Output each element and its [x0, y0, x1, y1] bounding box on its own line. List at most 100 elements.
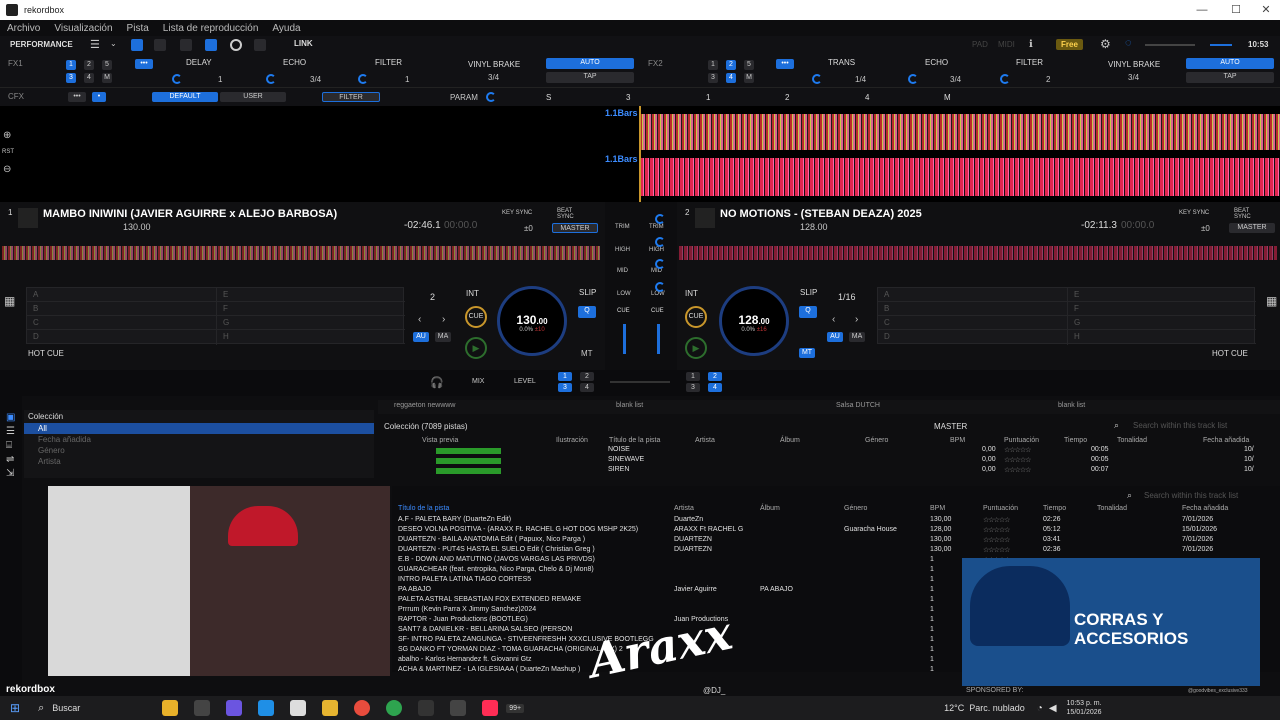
cfx-default-tab[interactable]: DEFAULT [152, 92, 218, 102]
hotcue-a[interactable]: A [878, 288, 1067, 302]
table-row[interactable]: DUARTEZN - PUT4S HASTA EL SUELO Edit ( C… [392, 546, 1280, 556]
fx1-slot-3[interactable]: 3 [66, 73, 76, 83]
rating-stars[interactable]: ☆☆☆☆☆ [983, 536, 1010, 544]
tab-salsa-dutch[interactable]: Salsa DUTCH [836, 402, 880, 409]
rating-stars[interactable]: ☆☆☆☆☆ [983, 546, 1010, 554]
col-album[interactable]: Álbum [760, 505, 780, 512]
chevron-down-icon[interactable]: ⌄ [110, 39, 117, 48]
rating-stars[interactable]: ☆☆☆☆☆ [1004, 446, 1031, 454]
hotcue-d[interactable]: D [878, 330, 1067, 344]
zoom-in-icon[interactable]: ⊕ [3, 130, 11, 141]
col-date[interactable]: Fecha añadida [1203, 437, 1249, 444]
folder-icon[interactable] [322, 700, 339, 716]
deck1-loop-prev-icon[interactable]: ‹ [418, 314, 421, 325]
table-row[interactable]: DUARTEZN - BAILA ANATOMIA Edit ( Papuxx,… [392, 536, 1280, 546]
hotcue-e[interactable]: E [217, 288, 405, 302]
taskbar-date[interactable]: 15/01/2026 [1067, 708, 1102, 717]
fx1-knob-3[interactable] [358, 74, 368, 84]
deck2-quantize-button[interactable]: Q [799, 306, 817, 318]
export-icon[interactable]: ⇲ [6, 468, 14, 479]
taskbar-time[interactable]: 10:53 p. m. [1067, 699, 1102, 708]
col-date[interactable]: Fecha añadida [1182, 505, 1228, 512]
hotcue-h[interactable]: H [217, 330, 405, 344]
deck1-waveform[interactable] [2, 246, 600, 260]
fx1-slot-1[interactable]: 1 [66, 60, 76, 70]
edge-icon[interactable] [258, 700, 275, 716]
hotcue-c[interactable]: C [878, 316, 1067, 330]
notification-badge[interactable]: 99+ [506, 703, 525, 713]
search-icon[interactable]: ⌕ [38, 702, 44, 715]
fx2-knob-3[interactable] [1000, 74, 1010, 84]
hotcue-f[interactable]: F [1068, 302, 1256, 316]
reset-zoom-button[interactable]: RST [2, 149, 14, 155]
fx1-knob-1[interactable] [172, 74, 182, 84]
tree-collection[interactable]: Colección [24, 410, 374, 423]
menu-icon[interactable]: ☰ [90, 38, 100, 51]
deck1-loop-length[interactable]: 2 [430, 292, 435, 302]
deck2-slip-button[interactable]: SLIP [800, 288, 817, 297]
deck2-au-button[interactable]: AU [827, 332, 843, 342]
ch1-cue-button[interactable]: CUE [617, 308, 630, 314]
deck1-mt-button[interactable]: MT [581, 349, 593, 358]
collection-search-input[interactable]: Search within this track list [1133, 421, 1227, 430]
fx1-effect-1[interactable]: DELAY [186, 58, 212, 67]
deck2-play-button[interactable]: ▶ [685, 337, 707, 359]
hotcue-h[interactable]: H [1068, 330, 1256, 344]
deck1-quantize-button[interactable]: Q [578, 306, 596, 318]
fx1-slot-5[interactable]: 5 [102, 60, 112, 70]
deck2-ma-button[interactable]: MA [849, 332, 865, 342]
deck-select-4-right[interactable]: 4 [708, 383, 722, 392]
deck1-ma-button[interactable]: MA [435, 332, 451, 342]
ch2-mid-knob[interactable] [655, 259, 665, 269]
tab-blank-list-2[interactable]: blank list [1058, 402, 1085, 409]
ch1-fader[interactable] [623, 324, 626, 354]
rating-stars[interactable]: ☆☆☆☆☆ [1004, 456, 1031, 464]
ch2-trim-knob[interactable] [655, 214, 665, 224]
table-row[interactable]: NOISE 0,00 ☆☆☆☆☆ 00:05 10/ [384, 446, 1264, 456]
fx2-slot-5[interactable]: 5 [744, 60, 754, 70]
table-row[interactable]: A.F - PALETA BARY (DuarteZn Edit) DuarteZ… [392, 516, 1280, 526]
explorer-icon[interactable]: ⌸ [6, 440, 12, 451]
table-row[interactable]: SINEWAVE 0,00 ☆☆☆☆☆ 00:05 10/ [384, 456, 1264, 466]
deck2-hotcue-mode[interactable]: HOT CUE [1212, 349, 1248, 358]
ch2-high-knob[interactable] [655, 237, 665, 247]
deck1-keysync-button[interactable]: KEY SYNC [502, 210, 532, 216]
ch2-fader[interactable] [657, 324, 660, 354]
hotcue-d[interactable]: D [27, 330, 216, 344]
deck2-int-button[interactable]: INT [685, 289, 698, 298]
col-artwork[interactable]: Ilustración [556, 437, 588, 444]
deck1-zoom-waveform[interactable] [640, 114, 1280, 150]
crossfader[interactable] [610, 381, 670, 383]
hotcue-f[interactable]: F [217, 302, 405, 316]
deck2-cue-button[interactable]: CUE [685, 306, 707, 328]
playlist-search-input[interactable]: Search within this track list [1144, 491, 1238, 500]
hotcue-c[interactable]: C [27, 316, 216, 330]
task-view-icon[interactable] [194, 700, 211, 716]
col-time[interactable]: Tiempo [1043, 505, 1066, 512]
weather-temp[interactable]: 12°C [944, 703, 964, 713]
deck2-keysync-button[interactable]: KEY SYNC [1179, 210, 1209, 216]
fx2-slot-2[interactable]: 2 [726, 60, 736, 70]
deck1-cue-button[interactable]: CUE [465, 306, 487, 328]
hotcue-b[interactable]: B [27, 302, 216, 316]
menu-ayuda[interactable]: Ayuda [272, 23, 300, 34]
record-icon[interactable] [230, 39, 242, 51]
deck-select-2-left[interactable]: 2 [580, 372, 594, 381]
deck-select-1-right[interactable]: 1 [686, 372, 700, 381]
menu-visualizacion[interactable]: Visualización [54, 23, 112, 34]
close-button[interactable]: ✕ [1248, 0, 1280, 20]
col-genre[interactable]: Género [865, 437, 888, 444]
master-volume-slider[interactable] [1145, 44, 1195, 46]
rating-stars[interactable]: ☆☆☆☆☆ [983, 516, 1010, 524]
cfx-user-tab[interactable]: USER [220, 92, 286, 102]
volume-icon[interactable]: ◀ [1049, 703, 1057, 714]
deck2-master-button[interactable]: MASTER [1229, 223, 1275, 233]
ch2-cue-button[interactable]: CUE [651, 308, 664, 314]
fx2-slot-1[interactable]: 1 [708, 60, 718, 70]
ch2-low-knob[interactable] [655, 282, 665, 292]
settings-gear-icon[interactable]: ⚙ [1100, 37, 1111, 51]
minimize-button[interactable]: — [1184, 0, 1220, 20]
col-rating[interactable]: Puntuación [1004, 437, 1039, 444]
related-icon[interactable]: ⇌ [6, 454, 14, 465]
fx1-slot-4[interactable]: 4 [84, 73, 94, 83]
